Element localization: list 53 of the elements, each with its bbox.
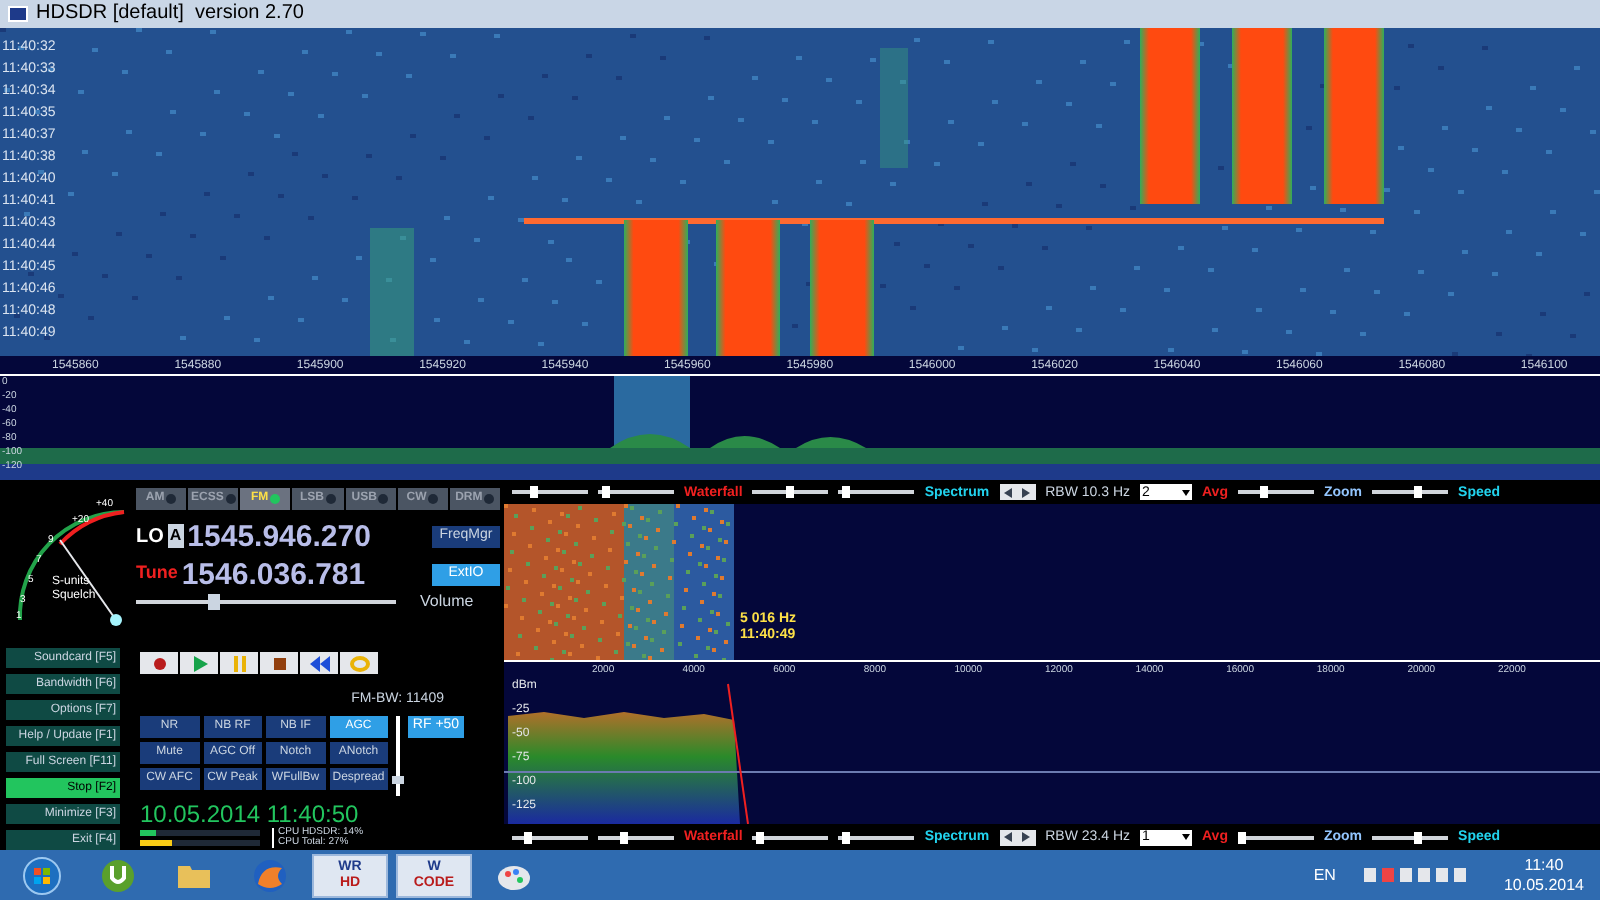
slider-thumb[interactable]	[523, 831, 532, 843]
transport-button[interactable]	[140, 652, 178, 674]
slider-thumb[interactable]	[530, 486, 539, 498]
slider-thumb[interactable]	[1260, 486, 1269, 498]
stepper-control[interactable]	[999, 829, 1036, 845]
slider-thumb[interactable]	[1237, 831, 1246, 843]
lo-frequency: 1545.946.270	[187, 521, 373, 551]
volume-label: Volume	[420, 590, 474, 614]
window-title: HDSDR [default] version 2.70	[36, 4, 304, 24]
slider-thumb[interactable]	[392, 775, 404, 783]
right-arrow-icon[interactable]	[1022, 832, 1031, 842]
pause-icon	[229, 655, 249, 671]
slider-thumb[interactable]	[842, 486, 851, 498]
right-arrow-icon[interactable]	[1022, 487, 1031, 497]
slider-thumb[interactable]	[1413, 831, 1422, 843]
transport-button[interactable]	[180, 652, 218, 674]
slider-thumb[interactable]	[842, 831, 851, 843]
rewind-icon	[309, 655, 329, 671]
stop-icon	[269, 655, 289, 671]
knob-icon	[225, 494, 236, 504]
stepper-control[interactable]	[999, 484, 1036, 500]
start-orb-icon	[22, 855, 62, 895]
slider-thumb[interactable]	[601, 486, 610, 498]
knob-icon	[378, 494, 389, 504]
slider-thumb[interactable]	[208, 594, 220, 610]
globe-icon	[250, 855, 290, 895]
app-icon	[8, 6, 28, 22]
dropdown-arrow-icon	[1182, 489, 1191, 495]
clock[interactable]: 11:40 10.05.2014	[1503, 855, 1584, 895]
knob-icon	[325, 494, 336, 504]
lo-label: LO	[136, 523, 164, 551]
vfo-badge: A	[167, 524, 184, 548]
dropdown-arrow-icon	[1182, 834, 1191, 840]
knob-icon	[484, 494, 495, 504]
knob-icon	[428, 494, 439, 504]
loop-icon	[349, 655, 369, 671]
knob-icon	[270, 494, 281, 504]
tune-frequency: 1546.036.781	[181, 559, 368, 589]
left-arrow-icon[interactable]	[1004, 832, 1013, 842]
transport-button[interactable]	[300, 652, 338, 674]
transport-button[interactable]	[260, 652, 298, 674]
knob-icon	[166, 494, 177, 504]
slider-thumb[interactable]	[620, 831, 629, 843]
record-icon	[149, 655, 169, 671]
slider-thumb[interactable]	[756, 831, 765, 843]
slider-thumb[interactable]	[786, 486, 795, 498]
date-time: 10.05.2014 11:40:50	[140, 801, 361, 825]
left-arrow-icon[interactable]	[1004, 487, 1013, 497]
tune-label: Tune	[136, 560, 178, 587]
torrent-icon	[98, 855, 138, 895]
language-indicator[interactable]: EN	[1313, 863, 1336, 887]
play-icon	[189, 655, 209, 671]
slider-thumb[interactable]	[1413, 486, 1422, 498]
